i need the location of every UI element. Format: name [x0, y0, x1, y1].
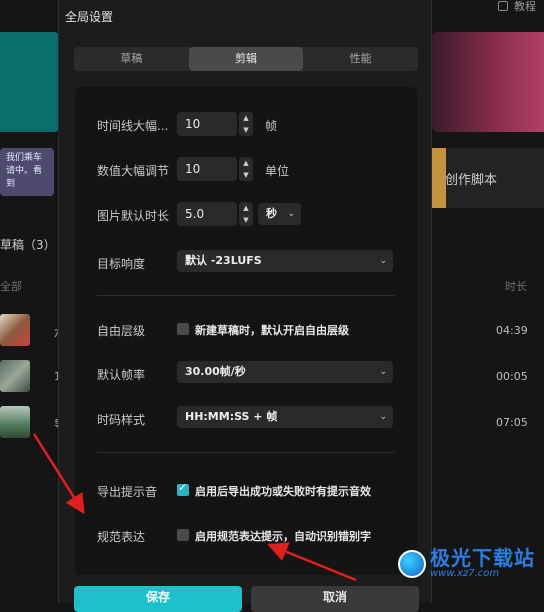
arrow-to-norm-checkbox — [267, 542, 357, 582]
annotation-arrows — [32, 433, 357, 582]
arrow-to-norm-label — [32, 433, 85, 515]
